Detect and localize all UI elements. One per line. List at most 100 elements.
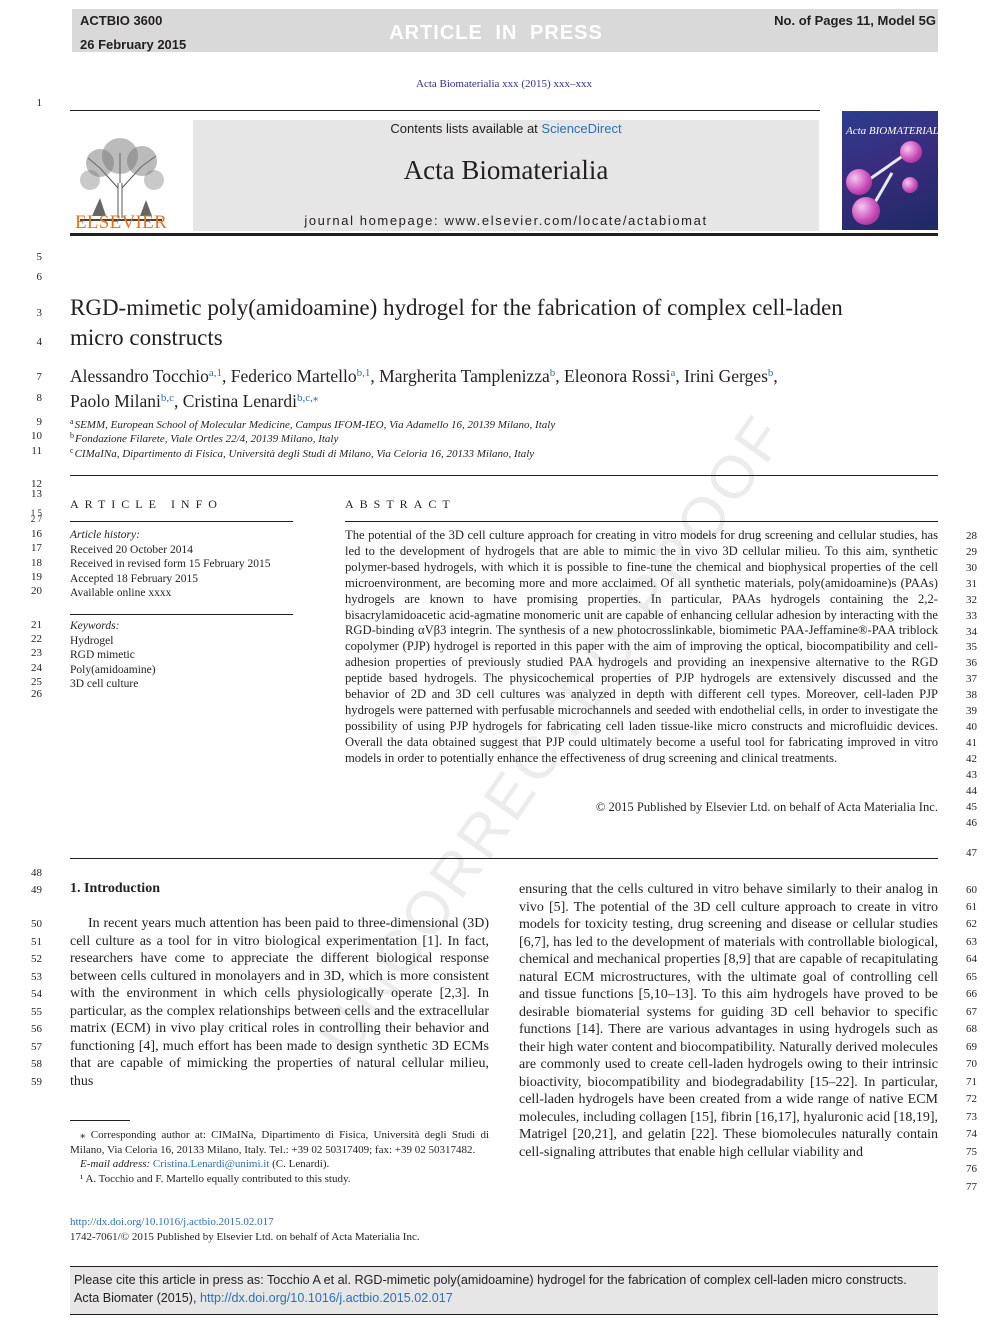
line-number: 76: [966, 1163, 977, 1175]
equal-contribution-note: ¹ A. Tocchio and F. Martello equally con…: [80, 1172, 351, 1185]
line-number: 17: [31, 542, 42, 554]
keyword: 3D cell culture: [70, 678, 139, 690]
keywords-label: Keywords:: [70, 620, 120, 632]
line-number: 60: [966, 884, 977, 896]
issn-copyright: 1742-7061/© 2015 Published by Elsevier L…: [70, 1231, 420, 1243]
footnotes: ⁎ Corresponding author at: CIMaINa, Dipa…: [70, 1128, 489, 1186]
article-info-rule: [70, 521, 293, 522]
line-number: 53: [31, 971, 42, 983]
abstract-copyright: © 2015 Published by Elsevier Ltd. on beh…: [595, 800, 938, 814]
masthead-bottom-rule: [70, 233, 938, 236]
line-number: 39: [966, 705, 977, 717]
line-number: 35: [966, 641, 977, 653]
line-number: 42: [966, 753, 977, 765]
line-number: 19: [31, 571, 42, 583]
homepage-prefix: journal homepage:: [304, 213, 445, 228]
email-link[interactable]: Cristina.Lenardi@unimi.it: [153, 1158, 269, 1170]
line-number: 4: [36, 336, 43, 348]
line-number: 5: [36, 251, 43, 263]
keywords-rule: [70, 614, 293, 615]
email-suffix: (C. Lenardi).: [269, 1158, 330, 1170]
line-number: 30: [966, 562, 977, 574]
cover-molecule-ball: [846, 169, 872, 195]
line-number: 50: [31, 918, 42, 930]
line-number: 61: [966, 901, 977, 913]
author-affiliation-marker[interactable]: b: [550, 367, 556, 379]
intro-paragraph: ensuring that the cells cultured in vitr…: [519, 882, 938, 1160]
contents-prefix: Contents lists available at: [390, 121, 542, 136]
affiliation-text: SEMM, European School of Molecular Medic…: [74, 419, 556, 431]
article-history: Article history: Received 20 October 201…: [70, 528, 271, 601]
abstract-rule: [345, 521, 938, 522]
line-number: 77: [966, 1181, 977, 1193]
line-number: 59: [31, 1076, 42, 1088]
author-name[interactable]: Alessandro Tocchio: [70, 366, 209, 386]
citation-line: Please cite this article in press as: To…: [74, 1273, 907, 1287]
author-name[interactable]: Paolo Milani: [70, 391, 161, 411]
cover-title: Acta BIOMATERIALIA: [846, 125, 938, 137]
line-number: 72: [966, 1093, 977, 1105]
line-number: 36: [966, 657, 977, 669]
line-number: 51: [31, 936, 42, 948]
keywords: Keywords: Hydrogel RGD mimetic Poly(amid…: [70, 619, 156, 692]
line-number: 44: [966, 785, 977, 797]
author-name[interactable]: Cristina Lenardi: [183, 391, 297, 411]
line-number: 40: [966, 721, 977, 733]
journal-name: Acta Biomaterialia: [403, 155, 609, 185]
line-number: 63: [966, 936, 977, 948]
author-name[interactable]: Eleonora Rossi: [564, 366, 670, 386]
keyword: RGD mimetic: [70, 649, 135, 661]
history-accepted: Accepted 18 February 2015: [70, 572, 199, 585]
introduction-left-column: In recent years much attention has been …: [70, 915, 489, 1090]
homepage-link[interactable]: www.elsevier.com/locate/actabiomat: [444, 213, 707, 228]
contents-line: Contents lists available at ScienceDirec…: [193, 121, 819, 136]
line-number: 47: [966, 847, 977, 859]
line-number: 24: [31, 662, 42, 674]
citation-doi-link[interactable]: http://dx.doi.org/10.1016/j.actbio.2015.…: [200, 1291, 453, 1305]
author-name[interactable]: Federico Martello: [231, 366, 357, 386]
line-number: 68: [966, 1023, 977, 1035]
line-number: 13: [31, 488, 42, 500]
line-number: 21: [31, 619, 42, 631]
line-number: 73: [966, 1111, 977, 1123]
author-affiliation-marker[interactable]: a,1: [209, 367, 222, 379]
author-affiliation-marker[interactable]: b,1: [357, 367, 371, 379]
history-received: Received 20 October 2014: [70, 543, 193, 556]
line-number: 75: [966, 1146, 977, 1158]
article-info-heading: ARTICLE INFO: [70, 497, 223, 511]
line-number: 54: [31, 988, 42, 1000]
line-number: 6: [36, 271, 43, 283]
line-number: 22: [31, 633, 42, 645]
author-affiliation-marker[interactable]: b,c,⁎: [297, 392, 318, 404]
line-number: 9: [36, 416, 43, 428]
publisher-name: ELSEVIER: [74, 212, 168, 233]
line-number: 16: [31, 528, 42, 540]
line-number: 1: [36, 97, 43, 109]
author-affiliation-marker[interactable]: a: [670, 367, 675, 379]
citation-journal: Acta Biomater (2015),: [74, 1291, 200, 1305]
abstract-heading: ABSTRACT: [345, 497, 456, 511]
affiliation: cCIMaINa, Dipartimento di Fisica, Univer…: [70, 446, 534, 460]
line-number: 20: [31, 585, 42, 597]
line-number: 58: [31, 1058, 42, 1070]
history-revised: Received in revised form 15 February 201…: [70, 558, 271, 570]
author-name[interactable]: Margherita Tamplenizza: [379, 366, 550, 386]
citation-text: Please cite this article in press as: To…: [74, 1271, 940, 1307]
line-number: 62: [966, 918, 977, 930]
author-name[interactable]: Irini Gerges: [684, 366, 768, 386]
introduction-heading: 1. Introduction: [70, 881, 160, 896]
line-number: 55: [31, 1006, 42, 1018]
line-number: 74: [966, 1128, 977, 1140]
line-number: 33: [966, 610, 977, 622]
author-affiliation-marker[interactable]: b,c: [161, 392, 174, 404]
sciencedirect-link[interactable]: ScienceDirect: [541, 121, 621, 136]
cover-molecule-ball: [852, 197, 880, 225]
keyword: Hydrogel: [70, 634, 114, 647]
cover-molecule-ball: [902, 177, 918, 193]
doi-link[interactable]: http://dx.doi.org/10.1016/j.actbio.2015.…: [70, 1216, 274, 1228]
cover-molecule-ball: [900, 141, 922, 163]
author-affiliation-marker[interactable]: b: [768, 367, 774, 379]
line-number: 11: [31, 445, 42, 457]
line-number: 66: [966, 988, 977, 1000]
intro-paragraph: In recent years much attention has been …: [70, 916, 489, 1089]
